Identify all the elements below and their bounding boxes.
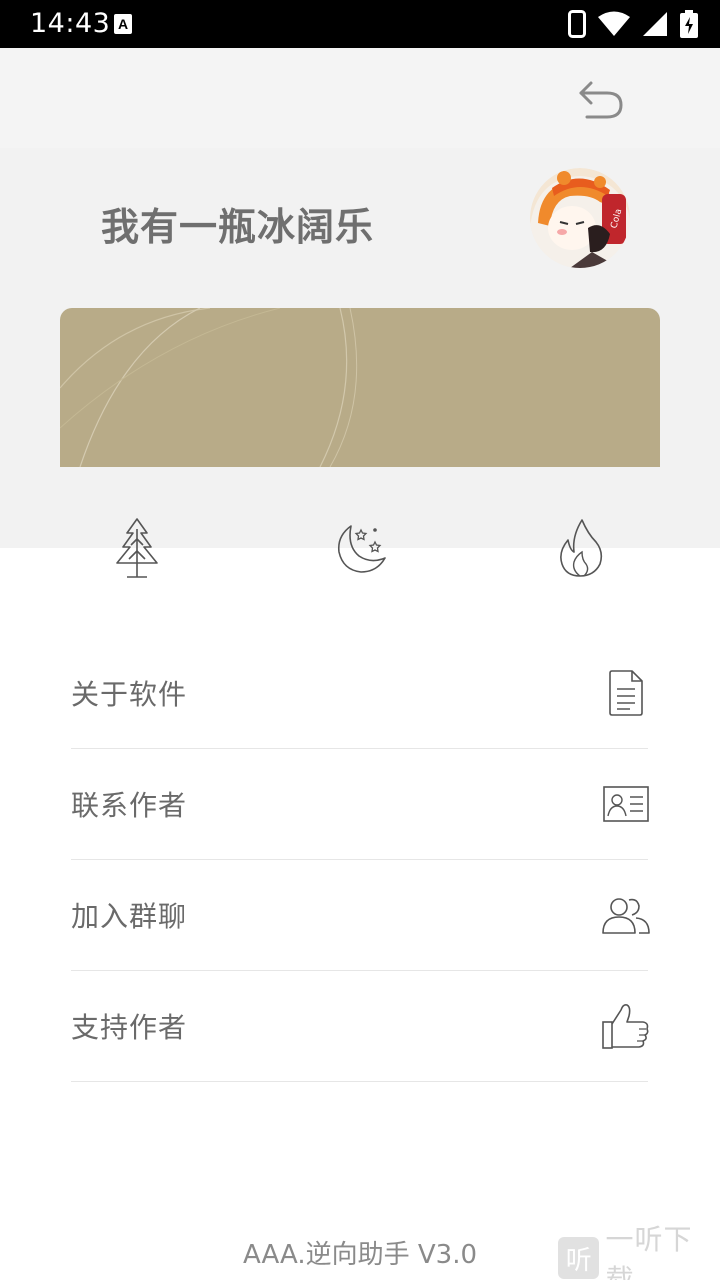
menu-item-label: 加入群聊 bbox=[71, 900, 188, 933]
menu-item-contact[interactable]: 联系作者 bbox=[71, 749, 649, 860]
avatar[interactable]: Cola bbox=[530, 168, 630, 268]
screen: 14:43 A 我有一瓶冰阔乐 Cola 关于软件 联系作者 加入群聊 支持作者… bbox=[0, 0, 720, 1280]
watermark-badge: 听 bbox=[558, 1237, 600, 1279]
quick-action-night[interactable] bbox=[329, 516, 389, 580]
menu-item-support[interactable]: 支持作者 bbox=[71, 971, 649, 1082]
card-decoration bbox=[60, 308, 358, 467]
thumbs-up-icon bbox=[600, 1000, 652, 1052]
battery-charging-icon bbox=[680, 10, 698, 38]
a-letter-icon: A bbox=[114, 14, 132, 34]
phone-icon bbox=[568, 10, 586, 38]
undo-icon bbox=[579, 81, 623, 119]
menu-list: 关于软件 联系作者 加入群聊 支持作者 bbox=[71, 638, 650, 1082]
status-bar: 14:43 A bbox=[0, 0, 720, 48]
menu-item-label: 支持作者 bbox=[71, 1011, 188, 1044]
watermark: 听 一听下载 bbox=[558, 1223, 720, 1280]
svg-text:A: A bbox=[118, 16, 128, 32]
status-icons bbox=[568, 9, 698, 39]
tree-icon bbox=[116, 518, 158, 578]
menu-item-group[interactable]: 加入群聊 bbox=[71, 860, 650, 971]
group-icon bbox=[600, 889, 652, 941]
document-icon bbox=[600, 667, 652, 719]
menu-item-about[interactable]: 关于软件 bbox=[71, 638, 648, 749]
menu-item-label: 联系作者 bbox=[71, 789, 188, 822]
anime-avatar: Cola bbox=[530, 168, 630, 268]
profile-section: 我有一瓶冰阔乐 Cola bbox=[0, 48, 720, 578]
flame-icon bbox=[560, 519, 603, 577]
watermark-text: 一听下载 bbox=[605, 1223, 693, 1280]
moon-stars-icon bbox=[337, 525, 386, 573]
cellular-signal-icon bbox=[643, 12, 667, 36]
back-button[interactable] bbox=[572, 74, 630, 124]
quick-action-hot[interactable] bbox=[551, 516, 611, 580]
header-bar bbox=[0, 48, 720, 148]
menu-item-label: 关于软件 bbox=[71, 678, 188, 711]
username: 我有一瓶冰阔乐 bbox=[101, 205, 375, 249]
quick-action-tree[interactable] bbox=[107, 516, 167, 580]
status-time: 14:43 bbox=[30, 8, 111, 39]
wifi-icon bbox=[598, 11, 630, 36]
profile-card bbox=[60, 308, 660, 467]
contact-card-icon bbox=[600, 778, 652, 830]
